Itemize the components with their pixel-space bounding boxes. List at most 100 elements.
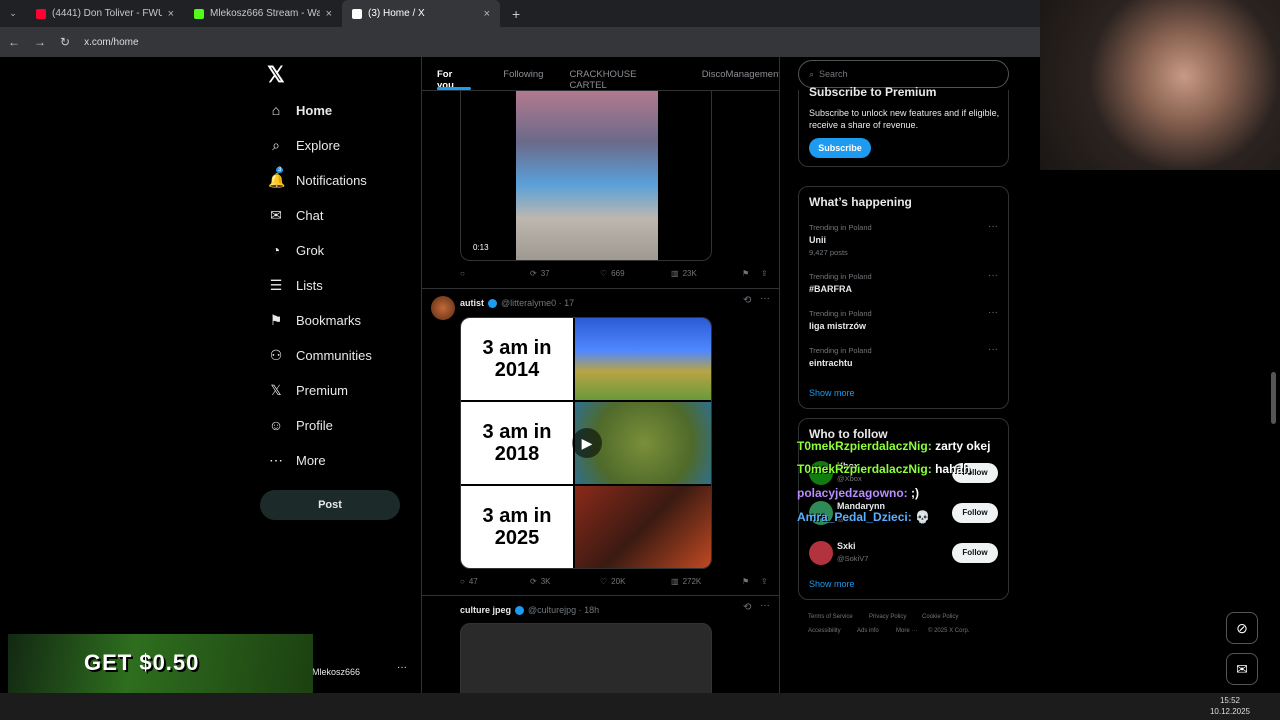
footer-link[interactable]: Privacy Policy [869, 614, 906, 620]
tab-discomanagement[interactable]: DiscoManagement [702, 57, 779, 90]
reply-icon: ○ [460, 269, 465, 278]
avatar[interactable] [431, 296, 455, 320]
heart-icon: ♡ [600, 577, 608, 586]
trend-item[interactable]: Trending in Poland #BARFRA [809, 272, 872, 297]
share-button[interactable]: ⇪ [761, 577, 768, 586]
nav-item-bookmarks[interactable]: ⚑ Bookmarks [268, 312, 361, 329]
more-icon[interactable]: ··· [988, 270, 998, 281]
like-button[interactable]: ♡ 669 [600, 269, 625, 278]
trend-item[interactable]: Trending in Poland Unii 9,427 posts [809, 223, 872, 257]
close-icon[interactable]: × [326, 8, 332, 20]
post-author[interactable]: culture jpeg @culturejpg · 18h [460, 605, 599, 615]
footer-link[interactable]: More ··· [896, 628, 917, 634]
grid-cell-2014: 3 am in 2014 [461, 318, 573, 400]
nav-item-home[interactable]: ⌂ Home [268, 102, 332, 118]
author-handle[interactable]: @culturejpg · 18h [528, 605, 599, 615]
author-name[interactable]: autist [460, 298, 484, 308]
tab-list-chevron-icon[interactable]: ⌄ [0, 8, 26, 19]
taskbar-clock[interactable]: 15:52 10.12.2025 [1210, 695, 1250, 717]
nav-item-explore[interactable]: ⌕ Explore [268, 137, 340, 154]
account-more-icon[interactable]: ··· [397, 662, 407, 673]
follow-button[interactable]: Follow [952, 503, 998, 523]
views-button[interactable]: ▥ 272K [671, 577, 701, 586]
author-handle[interactable]: @litteralyme0 · 17 [501, 298, 574, 308]
close-icon[interactable]: × [484, 8, 490, 20]
post-media-grid[interactable]: 3 am in 2014 3 am in 2018 3 am in 2025 ▶ [460, 317, 712, 569]
trend-item[interactable]: Trending in Poland eintrachtu [809, 346, 872, 371]
footer-link[interactable]: Cookie Policy [922, 614, 958, 620]
trend-context: Trending in Poland [809, 346, 872, 355]
nav-item-lists[interactable]: ☰ Lists [268, 277, 323, 294]
tab-crackhouse-cartel[interactable]: CRACKHOUSE CARTEL [569, 57, 674, 91]
share-button[interactable]: ⇪ [761, 269, 768, 278]
tab-for-you[interactable]: For you [437, 57, 472, 91]
post-video[interactable]: 0:13 [460, 91, 712, 261]
forward-icon[interactable]: → [34, 35, 46, 49]
url-field[interactable]: x.com/home [84, 37, 138, 48]
new-tab-button[interactable]: + [500, 6, 520, 22]
bookmark-button[interactable]: ⚑ [742, 269, 749, 278]
nav-item-label: Lists [296, 278, 323, 293]
post-media[interactable] [460, 623, 712, 693]
search-icon: ⌕ [272, 137, 280, 153]
browser-tab-x[interactable]: (3) Home / X × [342, 0, 500, 27]
scrollbar[interactable] [1271, 372, 1276, 424]
section-title: What’s happening [809, 195, 912, 209]
more-icon[interactable]: ··· [760, 293, 770, 304]
more-icon[interactable]: ··· [988, 307, 998, 318]
nav-item-communities[interactable]: ⚇ Communities [268, 347, 372, 364]
x-favicon-icon [352, 8, 362, 19]
reply-button[interactable]: ○ 47 [460, 577, 478, 586]
more-icon[interactable]: ··· [760, 600, 770, 611]
messages-floating-icon[interactable]: ✉ [1226, 653, 1258, 685]
nav-item-notifications[interactable]: 🔔 Notifications 3 [268, 167, 367, 189]
footer-link[interactable]: © 2025 X Corp. [928, 628, 969, 634]
more-icon[interactable]: ··· [988, 221, 998, 232]
play-icon[interactable]: ▶ [572, 428, 602, 458]
trend-item[interactable]: Trending in Poland liga mistrzów [809, 309, 872, 334]
like-button[interactable]: ♡ 20K [600, 577, 625, 586]
back-icon[interactable]: ← [8, 35, 20, 49]
x-logo[interactable]: 𝕏 [267, 62, 285, 88]
x-icon: 𝕏 [270, 382, 282, 398]
views-button[interactable]: ▥ 23K [671, 269, 697, 278]
subscribe-button[interactable]: Subscribe [809, 138, 871, 158]
grok-icon[interactable]: ⟲ [743, 602, 751, 613]
show-more-link[interactable]: Show more [809, 579, 855, 589]
follow-button[interactable]: Follow [952, 543, 998, 563]
nav-item-more[interactable]: ⋯ More [268, 452, 326, 469]
grok-floating-icon[interactable]: ⊘ [1226, 612, 1258, 644]
nav-item-grok[interactable]: ◔ Grok [268, 242, 324, 258]
reload-icon[interactable]: ↻ [60, 35, 70, 49]
trend-context: Trending in Poland [809, 309, 872, 318]
ad-text: GET $0.50 [84, 650, 200, 675]
tab-following[interactable]: Following [503, 57, 543, 90]
trend-context: Trending in Poland [809, 272, 872, 281]
show-more-link[interactable]: Show more [809, 388, 855, 398]
browser-tab-youtube[interactable]: (4441) Don Toliver - FWU (C × [26, 0, 184, 27]
footer-link[interactable]: Terms of Service [808, 614, 853, 620]
post-author[interactable]: autist @litteralyme0 · 17 [460, 298, 574, 308]
follow-user[interactable]: Sxki @SokiV7 [837, 541, 868, 563]
search-input[interactable]: ⌕ Search [798, 60, 1009, 88]
post-button[interactable]: Post [260, 490, 400, 520]
browser-tab-kick[interactable]: Mlekosz666 Stream - Watc × [184, 0, 342, 27]
account-handle[interactable]: Mlekosz666 [312, 667, 360, 677]
author-name[interactable]: culture jpeg [460, 605, 511, 615]
bookmark-icon: ⚑ [269, 312, 283, 328]
kick-icon [194, 8, 204, 19]
reply-icon: ○ [460, 577, 465, 586]
nav-item-profile[interactable]: ☺ Profile [268, 417, 333, 433]
repost-button[interactable]: ⟳ 37 [530, 269, 550, 278]
grok-icon[interactable]: ⟲ [743, 295, 751, 306]
avatar[interactable] [809, 541, 833, 565]
close-icon[interactable]: × [168, 8, 174, 20]
nav-item-premium[interactable]: 𝕏 Premium [268, 382, 348, 399]
footer-link[interactable]: Accessibility [808, 628, 841, 634]
footer-link[interactable]: Ads info [857, 628, 879, 634]
reply-button[interactable]: ○ [460, 269, 469, 278]
repost-button[interactable]: ⟳ 3K [530, 577, 551, 586]
bookmark-button[interactable]: ⚑ [742, 577, 749, 586]
more-icon[interactable]: ··· [988, 344, 998, 355]
nav-item-chat[interactable]: ✉ Chat [268, 207, 323, 224]
